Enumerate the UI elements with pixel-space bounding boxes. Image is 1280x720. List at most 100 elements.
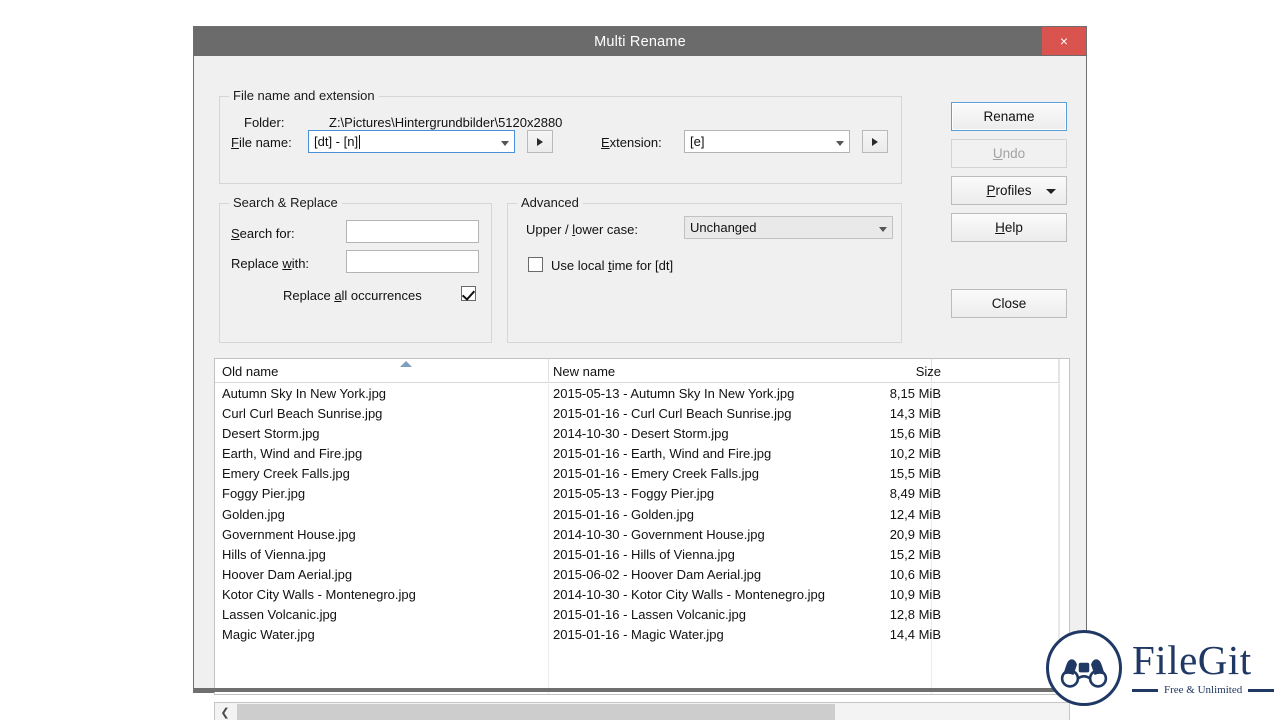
cell-old-name: Foggy Pier.jpg: [222, 486, 305, 501]
table-row[interactable]: Foggy Pier.jpg 2015-05-13 - Foggy Pier.jp…: [215, 484, 1069, 504]
table-row[interactable]: Golden.jpg2015-01-16 - Golden.jpg12,4 Mi…: [215, 505, 1069, 525]
file-list-header: Old name New name Size: [215, 359, 1069, 383]
cell-size: 12,8 MiB: [890, 607, 941, 622]
table-row[interactable]: Earth, Wind and Fire.jpg2015-01-16 - Ear…: [215, 444, 1069, 464]
table-row[interactable]: Desert Storm.jpg 2014-10-30 - Desert Stor…: [215, 424, 1069, 444]
cell-size: 12,4 MiB: [890, 507, 941, 522]
horizontal-scrollbar-thumb[interactable]: [237, 704, 835, 720]
table-row[interactable]: Emery Creek Falls.jpg2015-01-16 - Emery …: [215, 464, 1069, 484]
local-time-a: Use local: [551, 258, 608, 273]
filename-label-rest: ile name:: [239, 135, 292, 150]
help-button-label: Help: [995, 220, 1023, 235]
table-row[interactable]: Lassen Volcanic.jpg2015-01-16 - Lassen V…: [215, 605, 1069, 625]
upper-lower-case-label: Upper / lower case:: [526, 222, 638, 237]
help-button[interactable]: Help: [951, 213, 1067, 242]
watermark-tagline: Free & Unlimited: [1132, 685, 1274, 696]
sort-ascending-icon: [400, 361, 412, 367]
extension-input[interactable]: [e]: [684, 130, 850, 153]
folder-label: Folder:: [244, 115, 284, 130]
replace-all-label-a: Replace: [283, 288, 334, 303]
column-header-old-name[interactable]: Old name: [222, 359, 278, 383]
cell-new-name: 2014-10-30 - Desert Storm.jpg: [553, 426, 729, 441]
filename-label: File name:: [231, 135, 292, 150]
close-button[interactable]: Close: [951, 289, 1067, 318]
close-icon[interactable]: ×: [1042, 27, 1086, 55]
cell-size: 8,15 MiB: [890, 386, 941, 401]
replace-with-label: Replace with:: [231, 256, 309, 271]
cell-old-name: Hoover Dam Aerial.jpg: [222, 567, 352, 582]
cell-old-name: Emery Creek Falls.jpg: [222, 466, 350, 481]
replace-with-label-b: ith:: [292, 256, 309, 271]
extension-label: Extension:: [601, 135, 662, 150]
filename-group-legend: File name and extension: [229, 88, 379, 103]
chevron-down-icon[interactable]: [501, 141, 509, 146]
cell-new-name: 2015-01-16 - Magic Water.jpg: [553, 627, 724, 642]
replace-with-label-a: Replace: [231, 256, 282, 271]
search-for-input[interactable]: [346, 220, 479, 243]
cell-old-name: Curl Curl Beach Sunrise.jpg: [222, 406, 382, 421]
cell-old-name: Autumn Sky In New York.jpg: [222, 386, 386, 401]
screen: Multi Rename × File name and extension F…: [0, 0, 1280, 720]
filename-input[interactable]: [dt] - [n]: [308, 130, 515, 153]
use-local-time-checkbox[interactable]: [528, 257, 543, 272]
cell-old-name: Magic Water.jpg: [222, 627, 315, 642]
close-button-label: Close: [992, 296, 1027, 311]
chevron-left-icon[interactable]: ❮: [215, 703, 235, 720]
profiles-button[interactable]: Profiles: [951, 176, 1067, 205]
undo-button-label: Undo: [993, 146, 1025, 161]
search-for-label: Search for:: [231, 226, 295, 241]
table-row[interactable]: Curl Curl Beach Sunrise.jpg2015-01-16 - …: [215, 404, 1069, 424]
cell-new-name: 2015-06-02 - Hoover Dam Aerial.jpg: [553, 567, 761, 582]
cell-new-name: 2014-10-30 - Government House.jpg: [553, 527, 765, 542]
table-row[interactable]: Autumn Sky In New York.jpg2015-05-13 - A…: [215, 384, 1069, 404]
filename-value: [dt] - [n]: [314, 134, 358, 149]
chevron-down-icon: [1046, 189, 1056, 194]
extension-value: [e]: [690, 134, 704, 149]
cell-size: 15,2 MiB: [890, 547, 941, 562]
cell-new-name: 2015-05-13 - Foggy Pier.jpg: [553, 486, 714, 501]
undo-button[interactable]: Undo: [951, 139, 1067, 168]
column-header-new-name[interactable]: New name: [553, 359, 615, 383]
advanced-group-legend: Advanced: [517, 195, 583, 210]
table-row[interactable]: Magic Water.jpg 2015-01-16 - Magic Water.…: [215, 625, 1069, 645]
file-list[interactable]: Old name New name Size Autumn S: [214, 358, 1070, 695]
cell-old-name: Hills of Vienna.jpg: [222, 547, 326, 562]
multi-rename-dialog: Multi Rename × File name and extension F…: [193, 26, 1087, 693]
profiles-button-label: Profiles: [986, 183, 1031, 198]
cell-new-name: 2015-01-16 - Hills of Vienna.jpg: [553, 547, 735, 562]
cell-old-name: Desert Storm.jpg: [222, 426, 320, 441]
cell-size: 15,6 MiB: [890, 426, 941, 441]
text-caret: [359, 135, 360, 149]
tagline-rule-right: [1248, 689, 1274, 692]
dialog-body: File name and extension Folder: Z:\Pictu…: [194, 56, 1086, 692]
table-row[interactable]: Kotor City Walls - Montenegro.jpg2014-10…: [215, 585, 1069, 605]
column-header-size[interactable]: Size: [916, 359, 941, 383]
replace-all-checkbox[interactable]: [461, 286, 476, 301]
title-bar: Multi Rename ×: [194, 27, 1086, 56]
extension-placeholder-menu-button[interactable]: [862, 130, 888, 153]
header-divider-1[interactable]: [548, 359, 549, 382]
replace-with-input[interactable]: [346, 250, 479, 273]
watermark-tagline-text: Free & Unlimited: [1164, 685, 1242, 696]
replace-all-label-b: ll occurrences: [342, 288, 422, 303]
watermark-name: FileGit: [1132, 640, 1274, 681]
horizontal-scrollbar[interactable]: ❮: [214, 702, 1070, 720]
table-row[interactable]: Hills of Vienna.jpg 2015-01-16 - Hills of…: [215, 545, 1069, 565]
column-header-new-name-label: New name: [553, 364, 615, 379]
cell-size: 10,2 MiB: [890, 446, 941, 461]
local-time-b: ime for [dt]: [612, 258, 673, 273]
rename-button[interactable]: Rename: [951, 102, 1067, 131]
column-header-old-name-label: Old name: [222, 364, 278, 379]
table-row[interactable]: Government House.jpg 2014-10-30 - Governm…: [215, 525, 1069, 545]
table-row[interactable]: Hoover Dam Aerial.jpg 2015-06-02 - Hoover…: [215, 565, 1069, 585]
use-local-time-label: Use local time for [dt]: [551, 258, 673, 273]
cell-size: 14,4 MiB: [890, 627, 941, 642]
cell-size: 10,6 MiB: [890, 567, 941, 582]
upper-lower-case-select[interactable]: Unchanged: [684, 216, 893, 239]
cell-size: 8,49 MiB: [890, 486, 941, 501]
filename-placeholder-menu-button[interactable]: [527, 130, 553, 153]
cell-old-name: Government House.jpg: [222, 527, 356, 542]
search-for-label-rest: earch for:: [240, 226, 295, 241]
chevron-down-icon[interactable]: [836, 141, 844, 146]
chevron-down-icon[interactable]: [879, 227, 887, 232]
